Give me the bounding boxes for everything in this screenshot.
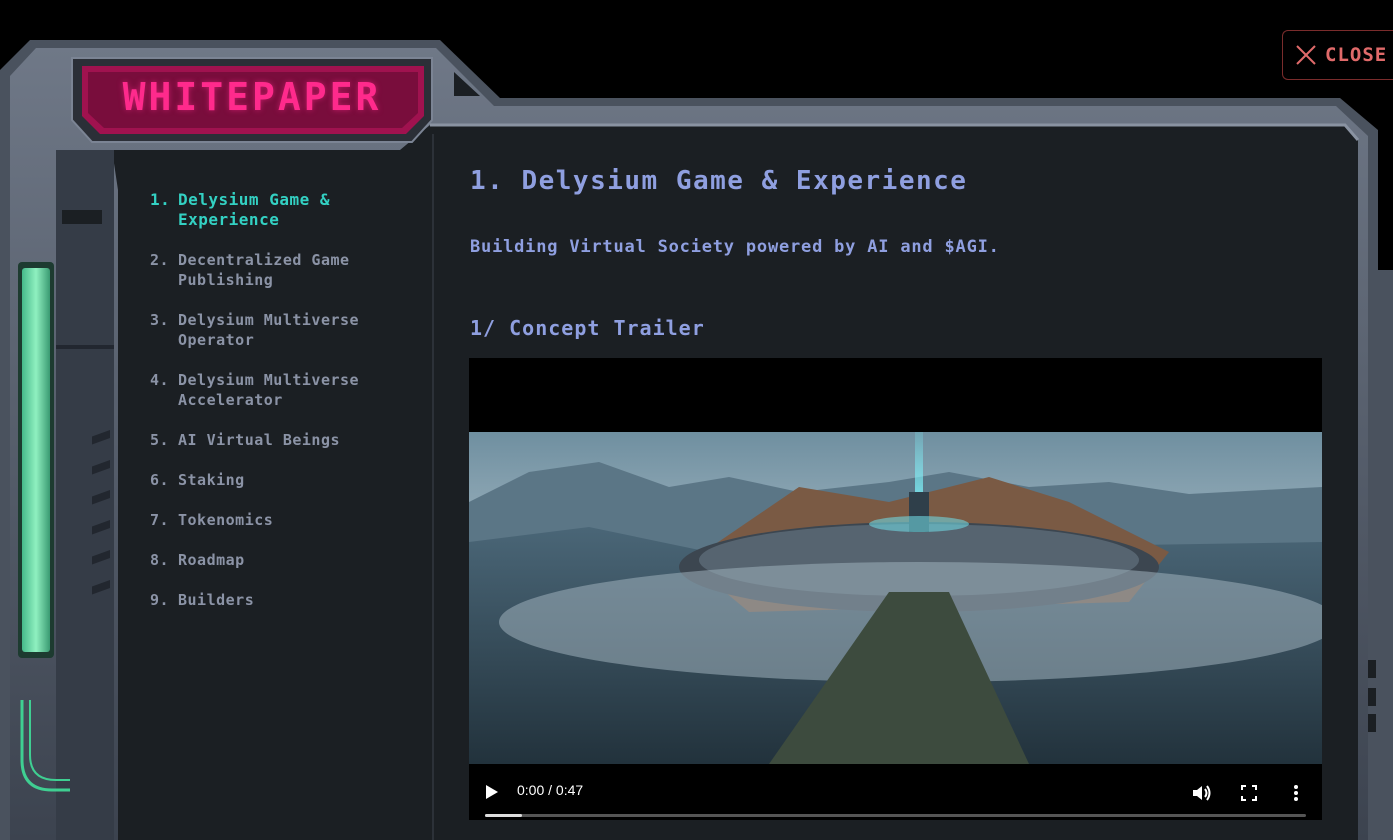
more-options-button[interactable] [1293, 784, 1299, 807]
toc-item-label: Tokenomics [178, 511, 274, 529]
play-button[interactable] [485, 784, 499, 805]
section-title: 1/ Concept Trailer [470, 316, 705, 340]
more-vertical-icon [1294, 785, 1298, 801]
volume-icon [1193, 785, 1211, 801]
page-title: 1. Delysium Game & Experience [470, 166, 968, 196]
sidebar-toc: 1. Delysium Game & Experience 2. Decentrali… [122, 164, 432, 824]
play-icon [486, 785, 498, 799]
page-subtitle: Building Virtual Society powered by AI a… [470, 237, 1000, 257]
volume-button[interactable] [1191, 784, 1211, 807]
toc-item-label: Builders [178, 591, 255, 609]
video-controls: 0:00 / 0:47 [469, 772, 1322, 818]
toc-item-9[interactable]: 9. Builders [150, 590, 430, 610]
toc-item-number: 2. [150, 251, 170, 269]
close-label: CLOSE [1325, 44, 1388, 66]
video-progress-bar[interactable] [485, 814, 1306, 817]
concept-trailer-video[interactable]: 0:00 / 0:47 [469, 358, 1322, 820]
toc-item-number: 3. [150, 311, 170, 329]
toc-item-8[interactable]: 8. Roadmap [150, 550, 430, 570]
toc-item-label: Decentralized Game Publishing [178, 251, 350, 289]
whitepaper-title-badge: WHITEPAPER [122, 75, 382, 119]
toc-item-number: 6. [150, 471, 170, 489]
toc-item-4[interactable]: 4. Delysium Multiverse Accelerator [150, 370, 430, 410]
main-content: 1. Delysium Game & Experience Building V… [436, 140, 1356, 820]
toc-item-2[interactable]: 2. Decentralized Game Publishing [150, 250, 430, 290]
toc-item-1[interactable]: 1. Delysium Game & Experience [150, 190, 430, 230]
fullscreen-icon [1241, 785, 1257, 801]
close-button[interactable]: CLOSE [1282, 30, 1393, 80]
toc-item-number: 9. [150, 591, 170, 609]
video-progress-fill [485, 814, 522, 817]
toc-item-3[interactable]: 3. Delysium Multiverse Operator [150, 310, 430, 350]
toc-item-5[interactable]: 5. AI Virtual Beings [150, 430, 430, 450]
toc-item-number: 8. [150, 551, 170, 569]
video-frame [469, 432, 1322, 764]
toc-item-label: Delysium Multiverse Accelerator [178, 371, 360, 409]
toc-item-number: 1. [150, 190, 171, 209]
toc-item-label: Delysium Multiverse Operator [178, 311, 360, 349]
toc-item-7[interactable]: 7. Tokenomics [150, 510, 430, 530]
toc-item-number: 5. [150, 431, 170, 449]
video-time: 0:00 / 0:47 [517, 782, 584, 798]
close-icon [1296, 45, 1316, 65]
toc-item-number: 7. [150, 511, 170, 529]
toc-item-label: Roadmap [178, 551, 245, 569]
fullscreen-button[interactable] [1241, 785, 1257, 806]
toc-item-label: Delysium Game & Experience [178, 190, 330, 229]
toc-item-number: 4. [150, 371, 170, 389]
toc-list: 1. Delysium Game & Experience 2. Decentrali… [150, 190, 430, 630]
toc-item-label: Staking [178, 471, 245, 489]
toc-item-6[interactable]: 6. Staking [150, 470, 430, 490]
toc-item-label: AI Virtual Beings [178, 431, 341, 449]
